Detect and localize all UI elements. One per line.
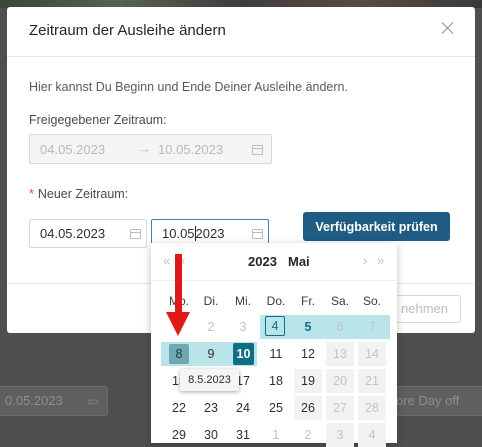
- calendar-day[interactable]: 27: [326, 396, 354, 420]
- approved-start-value: 04.05.2023: [40, 142, 106, 157]
- calendar-month[interactable]: Mai: [288, 254, 310, 269]
- calendar-day[interactable]: 3: [326, 423, 354, 447]
- check-availability-button[interactable]: Verfügbarkeit prüfen: [303, 212, 450, 241]
- calendar-day[interactable]: 4: [265, 316, 285, 336]
- weekday-header: Mi.: [235, 294, 251, 308]
- next-year-icon[interactable]: »: [377, 253, 384, 268]
- calendar-day[interactable]: 9: [195, 342, 227, 366]
- calendar-year[interactable]: 2023: [248, 254, 277, 269]
- calendar-day[interactable]: 21: [358, 369, 386, 393]
- annotation-arrow-shaft: [175, 254, 182, 316]
- calendar-day[interactable]: 2: [195, 315, 227, 339]
- calendar-icon: ▭: [87, 394, 99, 408]
- calendar-day[interactable]: 5: [292, 315, 324, 339]
- new-end-value: 10.052023: [162, 226, 224, 241]
- calendar-day[interactable]: 6: [324, 315, 356, 339]
- calendar-header: « ‹ 2023 Mai › »: [151, 243, 397, 281]
- calendar-day[interactable]: 3: [227, 315, 259, 339]
- range-arrow-icon: →: [138, 141, 151, 156]
- calendar-day[interactable]: 7: [356, 315, 388, 339]
- weekday-header: Sa.: [330, 294, 349, 308]
- calendar-day[interactable]: 26: [294, 396, 322, 420]
- calendar-day[interactable]: 29: [163, 423, 195, 447]
- new-end-value-part: 2023: [195, 226, 225, 241]
- take-button[interactable]: nehmen: [389, 295, 461, 323]
- weekday-header: Fr.: [301, 294, 315, 308]
- new-period-label: * Neuer Zeitraum:: [29, 187, 128, 201]
- calendar-icon: [252, 229, 263, 239]
- dialog-header: Zeitraum der Ausleihe ändern: [7, 7, 475, 57]
- prev-year-icon[interactable]: «: [163, 253, 170, 268]
- weekday-header: Do.: [266, 294, 286, 308]
- approved-end-value: 10.05.2023: [158, 142, 224, 157]
- date-tooltip: 8.5.2023: [180, 369, 239, 391]
- calendar-day[interactable]: 13: [326, 342, 354, 366]
- close-icon[interactable]: [441, 21, 455, 35]
- calendar-icon: [130, 229, 141, 239]
- calendar-day[interactable]: 19: [294, 369, 322, 393]
- next-month-icon[interactable]: ›: [363, 253, 367, 268]
- calendar-day[interactable]: 8: [169, 344, 189, 364]
- calendar-day[interactable]: 30: [195, 423, 227, 447]
- calendar-icon: [252, 145, 263, 155]
- calendar-day[interactable]: 31: [227, 423, 259, 447]
- calendar-day[interactable]: 28: [358, 396, 386, 420]
- new-start-date-input[interactable]: 04.05.2023: [29, 219, 147, 248]
- new-start-value: 04.05.2023: [40, 226, 106, 241]
- required-mark: *: [29, 187, 34, 201]
- calendar-day[interactable]: 11: [260, 342, 292, 366]
- background-date-field: 0.05.2023 ▭: [0, 386, 108, 416]
- calendar-day[interactable]: 24: [227, 396, 259, 420]
- approved-period-range: 04.05.2023 → 10.05.2023: [29, 134, 272, 164]
- calendar-day[interactable]: 1: [260, 423, 292, 447]
- dialog-title: Zeitraum der Ausleihe ändern: [29, 22, 226, 39]
- calendar-day[interactable]: 14: [358, 342, 386, 366]
- calendar-day[interactable]: 25: [260, 396, 292, 420]
- weekday-header: Di.: [203, 294, 219, 308]
- background-text-value: ore Day off: [396, 393, 460, 408]
- calendar-day[interactable]: 23: [195, 396, 227, 420]
- calendar-day[interactable]: 10: [233, 343, 254, 365]
- calendar-day[interactable]: 4: [358, 423, 386, 447]
- background-date-value: 0.05.2023: [5, 393, 63, 408]
- new-end-value-part: 10.05: [162, 226, 195, 241]
- new-period-label-text: Neuer Zeitraum:: [37, 187, 129, 201]
- annotation-arrow-head: [166, 312, 190, 336]
- background-text-field: ore Day off: [387, 386, 482, 416]
- approved-period-label: Freigegebener Zeitraum:: [29, 113, 167, 127]
- calendar-day[interactable]: 2: [292, 423, 324, 447]
- calendar-day[interactable]: 20: [326, 369, 354, 393]
- date-picker-popup: « ‹ 2023 Mai › » Mo.Di.Mi.Do.Fr.Sa.So.12…: [151, 243, 397, 447]
- dialog-description: Hier kannst Du Beginn und Ende Deiner Au…: [29, 80, 348, 94]
- calendar-day[interactable]: 12: [292, 342, 324, 366]
- calendar-day[interactable]: 22: [163, 396, 195, 420]
- calendar-day[interactable]: 18: [260, 369, 292, 393]
- weekday-header: So.: [362, 294, 381, 308]
